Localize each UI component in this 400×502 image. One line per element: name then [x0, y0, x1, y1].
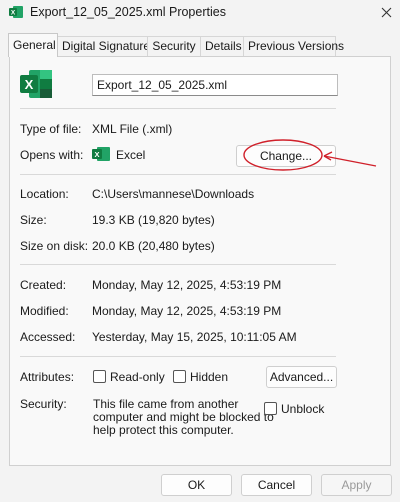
location-label: Location: — [20, 187, 69, 201]
svg-text:X: X — [94, 150, 99, 159]
attributes-label: Attributes: — [20, 370, 75, 384]
hidden-checkbox[interactable] — [173, 370, 186, 383]
file-name-input[interactable]: Export_12_05_2025.xml — [92, 74, 338, 96]
security-text-line-2: computer and might be blocked to — [93, 410, 274, 424]
security-text-line-1: This file came from another — [93, 397, 239, 411]
excel-icon: X — [9, 6, 23, 18]
security-label: Security: — [20, 397, 67, 411]
security-text-line-3: help protect this computer. — [93, 423, 234, 437]
readonly-checkbox[interactable] — [93, 370, 106, 383]
unblock-checkbox[interactable] — [264, 402, 277, 415]
type-of-file-value: XML File (.xml) — [92, 122, 173, 136]
location-value: C:\Users\mannese\Downloads — [92, 187, 255, 201]
modified-value: Monday, May 12, 2025, 4:53:19 PM — [92, 304, 282, 318]
advanced-button[interactable]: Advanced... — [266, 366, 337, 388]
accessed-label: Accessed: — [20, 330, 76, 344]
size-label: Size: — [20, 213, 47, 227]
opens-with-label: Opens with: — [20, 148, 84, 162]
close-button[interactable] — [372, 0, 400, 24]
apply-button[interactable]: Apply — [321, 474, 392, 496]
size-value: 19.3 KB (19,820 bytes) — [92, 213, 215, 227]
tab-security[interactable]: Security — [147, 36, 201, 56]
excel-icon: X — [20, 70, 52, 98]
tab-general[interactable]: General — [8, 33, 58, 57]
hidden-label[interactable]: Hidden — [190, 370, 228, 384]
type-of-file-label: Type of file: — [20, 122, 82, 136]
separator — [20, 264, 336, 265]
created-value: Monday, May 12, 2025, 4:53:19 PM — [92, 278, 282, 292]
opens-with-value: Excel — [116, 148, 146, 162]
change-button[interactable]: Change... — [236, 145, 336, 167]
separator — [20, 174, 336, 175]
created-label: Created: — [20, 278, 67, 292]
ok-button[interactable]: OK — [161, 474, 232, 496]
separator — [20, 356, 336, 357]
separator — [20, 108, 336, 109]
close-icon — [381, 7, 391, 17]
accessed-value: Yesterday, May 15, 2025, 10:11:05 AM — [92, 330, 297, 344]
title-bar: X Export_12_05_2025.xml Properties — [0, 0, 400, 26]
window-title: Export_12_05_2025.xml Properties — [30, 5, 226, 19]
excel-icon: X — [92, 147, 110, 161]
svg-text:X: X — [25, 77, 34, 92]
size-on-disk-value: 20.0 KB (20,480 bytes) — [92, 239, 215, 253]
size-on-disk-label: Size on disk: — [20, 239, 89, 253]
tab-digital-signatures[interactable]: Digital Signatures — [57, 36, 156, 56]
tab-details[interactable]: Details — [200, 36, 244, 56]
cancel-button[interactable]: Cancel — [241, 474, 312, 496]
readonly-label[interactable]: Read-only — [110, 370, 165, 384]
unblock-label[interactable]: Unblock — [281, 402, 324, 416]
svg-text:X: X — [11, 10, 16, 17]
tab-previous-versions[interactable]: Previous Versions — [243, 36, 344, 56]
modified-label: Modified: — [20, 304, 69, 318]
